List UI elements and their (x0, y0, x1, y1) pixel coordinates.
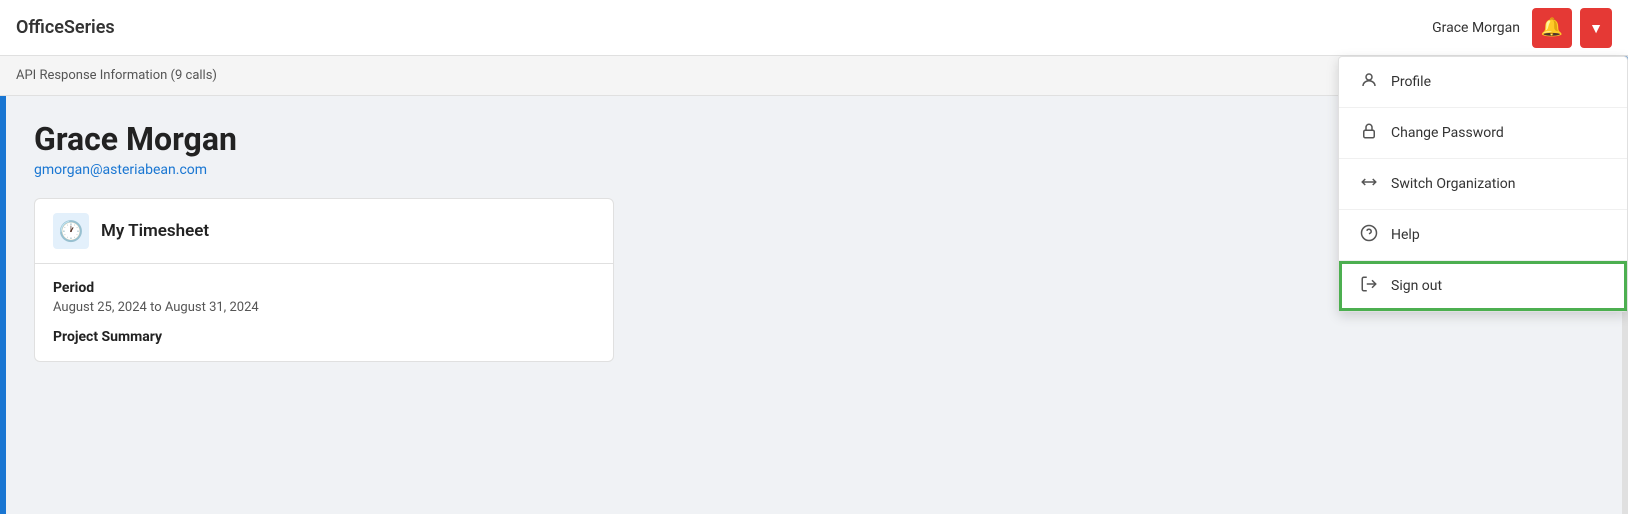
profile-icon (1359, 71, 1379, 93)
dropdown-item-help[interactable]: Help (1339, 210, 1627, 261)
dropdown-help-label: Help (1391, 227, 1420, 243)
dropdown-item-sign-out[interactable]: Sign out (1339, 261, 1627, 311)
bell-icon: 🔔 (1541, 17, 1563, 38)
timesheet-title: My Timesheet (101, 221, 209, 241)
switch-org-icon (1359, 173, 1379, 195)
dropdown-profile-label: Profile (1391, 74, 1431, 90)
timesheet-card-header: 🕐 My Timesheet (35, 199, 613, 264)
bell-button[interactable]: 🔔 (1532, 8, 1572, 48)
timesheet-body: Period August 25, 2024 to August 31, 202… (35, 264, 613, 361)
header-username: Grace Morgan (1432, 20, 1520, 36)
help-icon (1359, 224, 1379, 246)
sign-out-icon (1359, 275, 1379, 297)
timesheet-card: 🕐 My Timesheet Period August 25, 2024 to… (34, 198, 614, 362)
api-info-text: API Response Information (9 calls) (16, 68, 217, 83)
dropdown-sign-out-label: Sign out (1391, 278, 1442, 294)
period-label: Period (53, 280, 595, 296)
period-dates: August 25, 2024 to August 31, 2024 (53, 300, 595, 315)
app-logo: OfficeSeries (16, 17, 115, 38)
timesheet-icon-wrapper: 🕐 (53, 213, 89, 249)
header: OfficeSeries Grace Morgan 🔔 ▼ Profile (0, 0, 1628, 56)
lock-icon (1359, 122, 1379, 144)
dropdown-item-profile[interactable]: Profile (1339, 57, 1627, 108)
dropdown-change-password-label: Change Password (1391, 125, 1504, 141)
chevron-down-icon: ▼ (1589, 20, 1603, 36)
project-summary-label: Project Summary (53, 329, 595, 345)
dropdown-item-change-password[interactable]: Change Password (1339, 108, 1627, 159)
user-dropdown-menu: Profile Change Password Switch Organizat… (1338, 56, 1628, 312)
user-dropdown-button[interactable]: ▼ (1580, 8, 1612, 48)
header-right: Grace Morgan 🔔 ▼ (1432, 8, 1612, 48)
timesheet-icon: 🕐 (59, 219, 84, 243)
dropdown-item-switch-org[interactable]: Switch Organization (1339, 159, 1627, 210)
dropdown-switch-org-label: Switch Organization (1391, 176, 1515, 192)
